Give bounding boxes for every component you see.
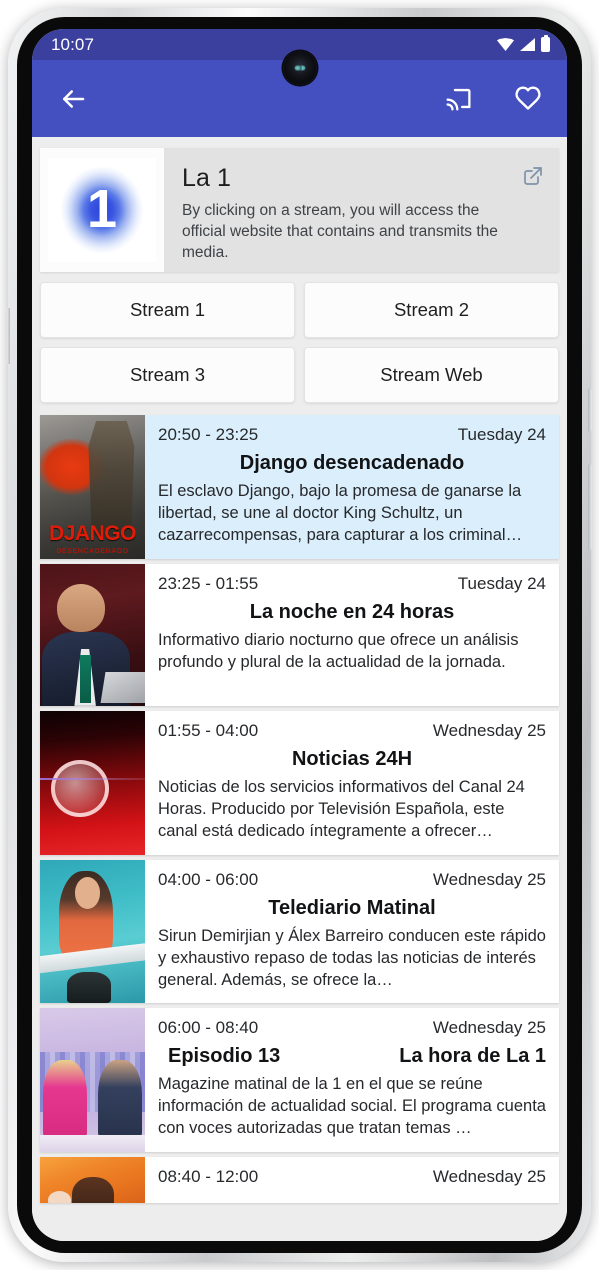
program-time: 06:00 - 08:40	[158, 1018, 259, 1038]
program-day: Wednesday 25	[432, 1018, 546, 1038]
program-list-item[interactable]: 08:40 - 12:00 Wednesday 25	[40, 1157, 559, 1204]
program-meta: 23:25 - 01:55 Tuesday 24	[158, 574, 546, 594]
program-description: Sirun Demirjian y Álex Barreiro conducen…	[158, 926, 546, 989]
program-list-item[interactable]: DJANGO DESENCADENADO 20:50 - 23:25 Tuesd…	[40, 415, 559, 559]
channel-logo: 1	[48, 158, 156, 262]
program-day: Tuesday 24	[457, 573, 546, 593]
scroll-content[interactable]: 1 La 1 By clicking on a stream, you will…	[32, 137, 567, 1241]
channel-logo-container: 1	[40, 148, 164, 272]
channel-name: La 1	[182, 164, 232, 192]
front-camera-punch-hole	[282, 51, 317, 85]
channel-description: By clicking on a stream, you will access…	[182, 202, 498, 262]
channel-header-card: 1 La 1 By clicking on a stream, you will…	[40, 148, 559, 272]
stream-button-3[interactable]: Stream 3	[40, 347, 295, 403]
heart-outline-icon[interactable]	[511, 82, 545, 116]
app-bar-actions	[441, 82, 545, 116]
orange-program-thumbnail	[40, 1157, 145, 1204]
program-list-item[interactable]: 01:55 - 04:00 Wednesday 25 Noticias 24H …	[40, 710, 559, 855]
program-time: 23:25 - 01:55	[158, 573, 259, 593]
channel-info: La 1 By clicking on a stream, you will a…	[164, 148, 559, 272]
cellular-signal-icon	[520, 38, 535, 51]
program-time: 08:40 - 12:00	[158, 1167, 259, 1187]
program-guide-list: DJANGO DESENCADENADO 20:50 - 23:25 Tuesd…	[32, 415, 567, 1204]
stream-button-2[interactable]: Stream 2	[304, 282, 559, 338]
program-description: Magazine matinal de la 1 en el que se re…	[158, 1075, 546, 1138]
program-title: La noche en 24 horas	[249, 600, 455, 623]
program-title: Telediario Matinal	[268, 896, 436, 919]
program-meta: 20:50 - 23:25 Tuesday 24	[158, 425, 546, 445]
program-title-row: Episodio 13 La hora de La 1	[158, 1045, 546, 1068]
program-description: El esclavo Django, bajo la promesa de ga…	[158, 482, 523, 544]
program-day: Tuesday 24	[457, 425, 546, 444]
magazine-hosts-thumbnail	[40, 1008, 145, 1153]
program-list-item[interactable]: 23:25 - 01:55 Tuesday 24 La noche en 24 …	[40, 563, 559, 706]
noticias-24h-thumbnail	[40, 710, 145, 855]
news-anchor-thumbnail	[40, 563, 145, 706]
program-list-item[interactable]: 06:00 - 08:40 Wednesday 25 Episodio 13 L…	[40, 1008, 559, 1153]
program-meta: 04:00 - 06:00 Wednesday 25	[158, 870, 546, 890]
phone-device-frame: 10:07 1 La 1 By clicking on a stream, yo…	[7, 8, 592, 1262]
wifi-icon	[497, 38, 514, 51]
program-details: 23:25 - 01:55 Tuesday 24 La noche en 24 …	[145, 564, 559, 706]
cast-icon[interactable]	[441, 82, 475, 116]
program-title: Noticias 24H	[291, 747, 413, 770]
program-title: Django desencadenado	[239, 452, 465, 474]
program-time: 01:55 - 04:00	[158, 720, 259, 740]
phone-screen: 10:07 1 La 1 By clicking on a stream, yo…	[32, 29, 567, 1241]
program-meta: 01:55 - 04:00 Wednesday 25	[158, 721, 546, 741]
program-details: 20:50 - 23:25 Tuesday 24 Django desencad…	[145, 415, 559, 559]
back-arrow-icon[interactable]	[56, 82, 90, 116]
program-details: 08:40 - 12:00 Wednesday 25	[145, 1157, 559, 1203]
battery-icon	[541, 35, 550, 52]
program-day: Wednesday 25	[432, 720, 546, 740]
power-button[interactable]	[588, 388, 592, 432]
telediario-thumbnail	[40, 859, 145, 1004]
program-details: 06:00 - 08:40 Wednesday 25 Episodio 13 L…	[145, 1008, 559, 1152]
program-meta: 08:40 - 12:00 Wednesday 25	[158, 1167, 546, 1187]
program-day: Wednesday 25	[432, 1167, 546, 1187]
program-time: 20:50 - 23:25	[158, 425, 259, 444]
program-details: 04:00 - 06:00 Wednesday 25 Telediario Ma…	[145, 860, 559, 1004]
external-link-icon[interactable]	[521, 164, 545, 188]
program-episode-label: Episodio 13	[168, 1045, 281, 1068]
program-time: 04:00 - 06:00	[158, 869, 259, 889]
stream-buttons-grid: Stream 1 Stream 2 Stream 3 Stream Web	[40, 282, 559, 403]
channel-logo-number: 1	[86, 179, 118, 239]
status-bar-clock: 10:07	[51, 34, 95, 54]
program-description: Informativo diario nocturno que ofrece u…	[158, 630, 519, 671]
volume-button[interactable]	[7, 308, 10, 364]
stream-button-1[interactable]: Stream 1	[40, 282, 295, 338]
program-list-item[interactable]: 04:00 - 06:00 Wednesday 25 Telediario Ma…	[40, 859, 559, 1004]
program-description: Noticias de los servicios informativos d…	[158, 777, 525, 840]
status-bar-icons	[497, 35, 550, 52]
program-meta: 06:00 - 08:40 Wednesday 25	[158, 1018, 546, 1038]
django-poster-thumbnail: DJANGO DESENCADENADO	[40, 415, 145, 559]
stream-button-web[interactable]: Stream Web	[304, 347, 559, 403]
program-day: Wednesday 25	[432, 869, 546, 889]
program-title: La hora de La 1	[399, 1045, 546, 1068]
volume-rocker-button[interactable]	[588, 464, 592, 550]
program-details: 01:55 - 04:00 Wednesday 25 Noticias 24H …	[145, 711, 559, 855]
